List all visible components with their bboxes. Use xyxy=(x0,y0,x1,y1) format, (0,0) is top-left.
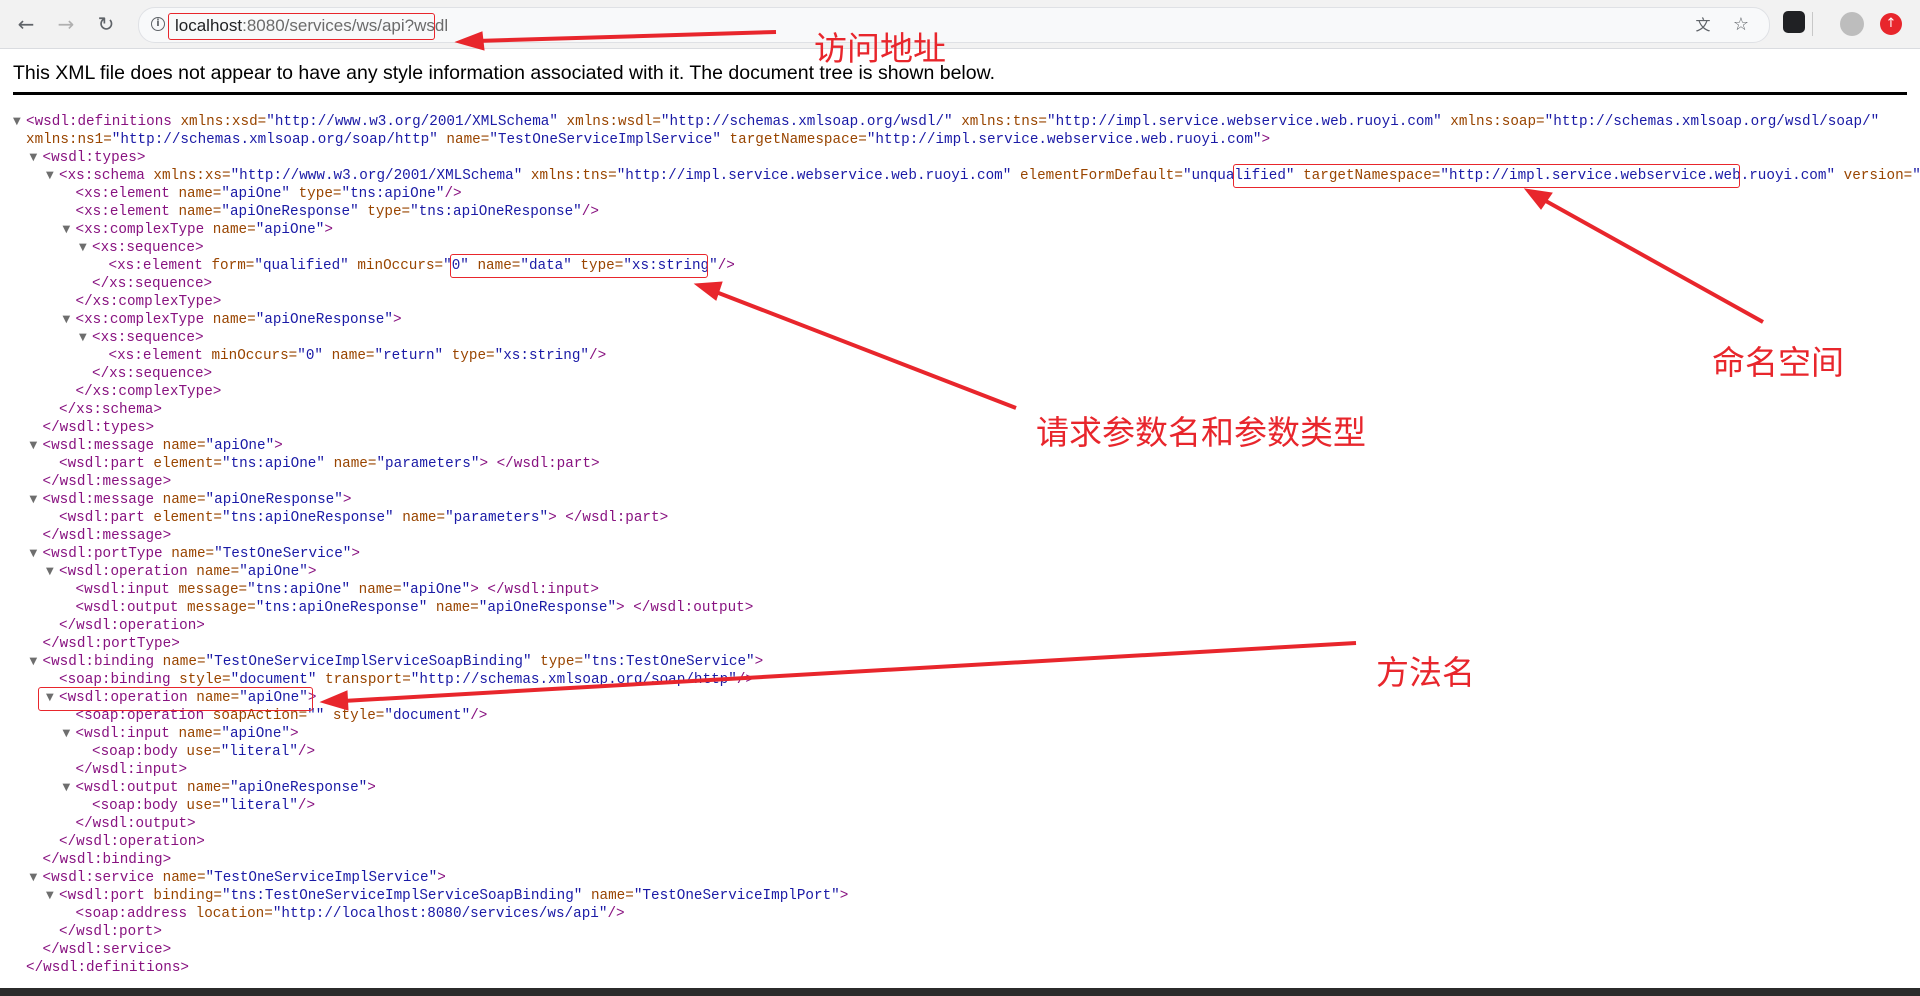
arrow-url-head xyxy=(454,31,485,51)
annotation-access-address: 访问地址 xyxy=(814,29,946,68)
arrow-param xyxy=(715,290,1017,410)
arrow-param-head xyxy=(693,281,723,301)
arrow-method-head xyxy=(319,690,349,711)
annotation-param-name-type: 请求参数名和参数类型 xyxy=(1036,413,1366,452)
arrow-namespace-head xyxy=(1523,188,1553,210)
arrow-url xyxy=(475,30,777,43)
arrow-method xyxy=(342,641,1357,703)
bottom-edge xyxy=(0,988,1920,996)
arrow-namespace xyxy=(1543,198,1764,324)
annotation-namespace: 命名空间 xyxy=(1712,343,1844,382)
annotation-arrows xyxy=(319,30,1764,711)
annotation-method-name: 方法名 xyxy=(1376,653,1475,692)
